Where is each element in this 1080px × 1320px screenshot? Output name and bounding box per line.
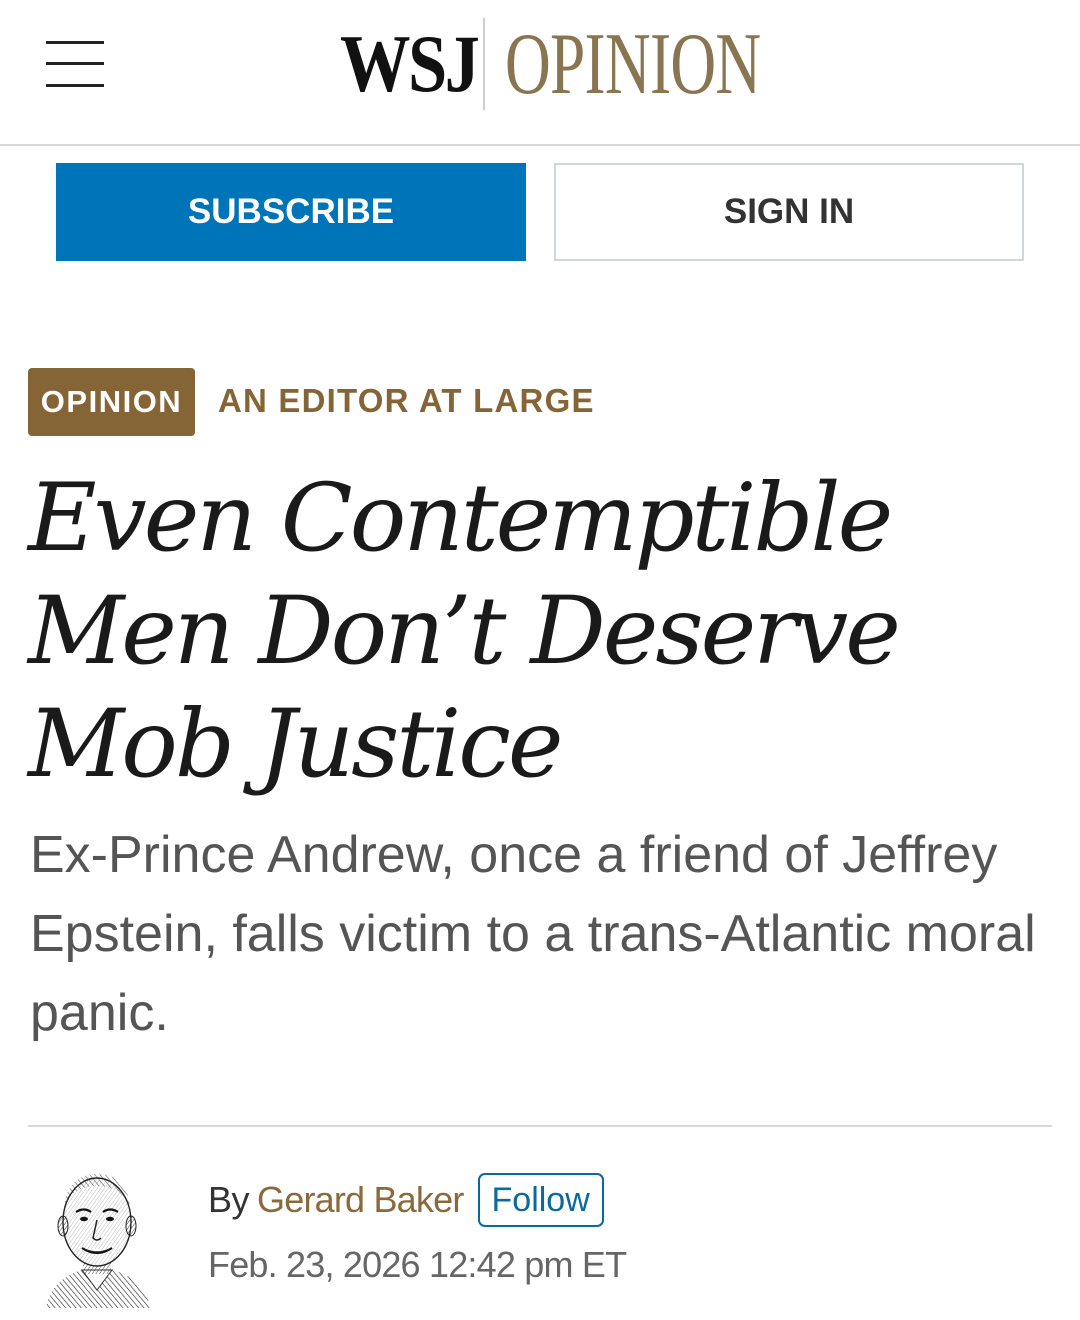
follow-author-button[interactable]: Follow: [477, 1173, 604, 1227]
subscribe-button[interactable]: SUBSCRIBE: [56, 163, 526, 261]
publish-timestamp: Feb. 23, 2026 12:42 pm ET: [208, 1244, 627, 1285]
site-header: WSJ OPINION: [0, 0, 1080, 146]
author-name-link[interactable]: Gerard Baker: [257, 1179, 464, 1221]
column-name-link[interactable]: AN EDITOR AT LARGE: [218, 379, 595, 423]
logo-wsj: WSJ: [340, 18, 480, 109]
article-headline: Even Contemptible Men Don’t Deserve Mob …: [28, 464, 901, 799]
byline-prefix: By: [208, 1179, 250, 1220]
byline: By Gerard Baker Follow: [208, 1172, 604, 1228]
author-avatar: [46, 1174, 150, 1308]
hamburger-menu-icon[interactable]: [46, 40, 106, 90]
byline-divider: [28, 1125, 1052, 1127]
logo-section-name: OPINION: [505, 15, 761, 113]
article-dek: Ex-Prince Andrew, once a friend of Jeffr…: [30, 826, 1036, 1042]
site-logo[interactable]: WSJ OPINION: [340, 14, 860, 114]
section-tag: OPINION: [28, 368, 195, 436]
logo-divider: [483, 18, 485, 110]
sign-in-button[interactable]: SIGN IN: [554, 163, 1024, 261]
